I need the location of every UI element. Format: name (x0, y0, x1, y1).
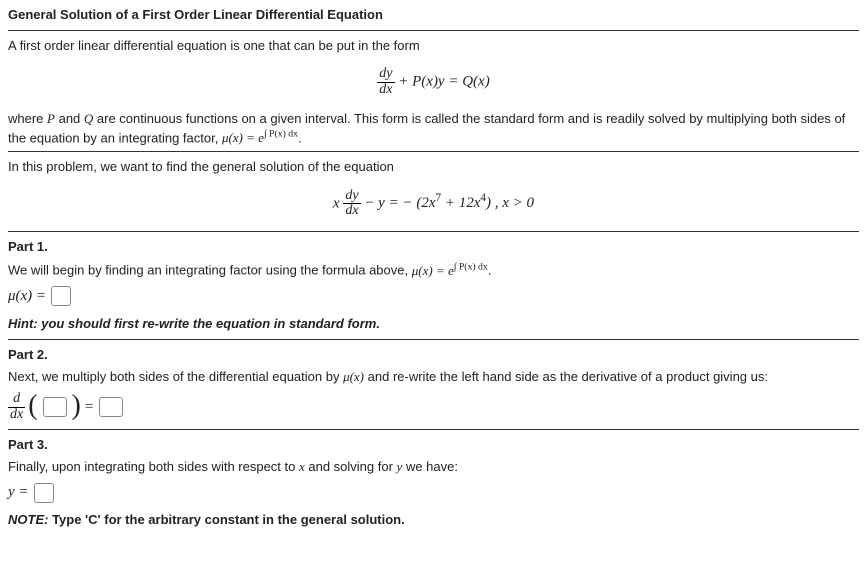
eq-general-rest: + P(x)y = Q(x) (395, 74, 490, 90)
mu-expression: μ(x) = e∫ P(x) dx (222, 130, 298, 145)
explain-before: where (8, 111, 47, 126)
intro-text: A first order linear differential equati… (8, 37, 859, 55)
product-answer-input[interactable] (43, 397, 67, 417)
part2-text: Next, we multiply both sides of the diff… (8, 368, 859, 386)
part1-mu-lhs: μ(x) = (8, 286, 46, 307)
part1-text: We will begin by finding an integrating … (8, 260, 859, 280)
part2-a: Next, we multiply both sides of the diff… (8, 369, 343, 384)
frac-den-2: dx (345, 203, 358, 218)
hr-4 (8, 429, 859, 430)
part3-a: Finally, upon integrating both sides wit… (8, 459, 299, 474)
frac-dy-dx: dy dx (377, 67, 394, 97)
part1-heading: Part 1. (8, 238, 859, 256)
var-Q: Q (84, 111, 93, 126)
frac-num: dy (377, 67, 394, 83)
explain-mid: and (55, 111, 84, 126)
frac-den: dx (377, 83, 394, 98)
part1-period: . (488, 263, 492, 278)
note-label: NOTE: (8, 512, 48, 527)
part3-answer-line: y = (8, 482, 859, 503)
part3-b: and solving for (305, 459, 397, 474)
part1-answer-line: μ(x) = (8, 286, 859, 307)
explain-period: . (298, 130, 302, 145)
y-answer-input[interactable] (34, 483, 54, 503)
eq-problem-body: − y = − (2x7 + 12x4) , x > 0 (361, 195, 535, 211)
part2-equals: = (84, 397, 94, 418)
part2-mu: μ(x) (343, 369, 364, 384)
hr-top (8, 30, 859, 31)
explain-standard-form: where P and Q are continuous functions o… (8, 110, 859, 148)
part3-c: we have: (402, 459, 458, 474)
frac-d-dx: d dx (8, 392, 25, 422)
frac-dy-dx-2: dy dx (343, 189, 360, 219)
eq-x: x (333, 195, 340, 211)
page-title: General Solution of a First Order Linear… (8, 6, 859, 28)
var-P: P (47, 111, 55, 126)
frac-dx: dx (10, 407, 23, 422)
open-paren-icon: ( (28, 395, 37, 417)
rhs-answer-input[interactable] (99, 397, 123, 417)
equation-general: dy dx + P(x)y = Q(x) (8, 67, 859, 97)
part2-answer-line: d dx ( ) = (8, 392, 859, 422)
close-paren-icon: ) (72, 395, 81, 417)
part3-y-lhs: y = (8, 482, 29, 503)
mu-answer-input[interactable] (51, 286, 71, 306)
part3-text: Finally, upon integrating both sides wit… (8, 458, 859, 476)
equation-problem: x dy dx − y = − (2x7 + 12x4) , x > 0 (8, 189, 859, 219)
part2-heading: Part 2. (8, 346, 859, 364)
note-line: NOTE: Type 'C' for the arbitrary constan… (8, 511, 859, 529)
hr-2 (8, 231, 859, 232)
note-text: Type 'C' for the arbitrary constant in t… (48, 512, 404, 527)
part1-mu: μ(x) = e∫ P(x) dx (412, 263, 488, 278)
part1-hint: Hint: you should first re-write the equa… (8, 315, 859, 333)
hr-1 (8, 151, 859, 152)
explain-after: are continuous functions on a given inte… (8, 111, 845, 146)
problem-intro: In this problem, we want to find the gen… (8, 158, 859, 176)
part2-b: and re-write the left hand side as the d… (364, 369, 768, 384)
frac-num-2: dy (345, 188, 358, 203)
frac-d: d (13, 391, 20, 406)
hr-3 (8, 339, 859, 340)
part3-heading: Part 3. (8, 436, 859, 454)
part1-a: We will begin by finding an integrating … (8, 263, 412, 278)
